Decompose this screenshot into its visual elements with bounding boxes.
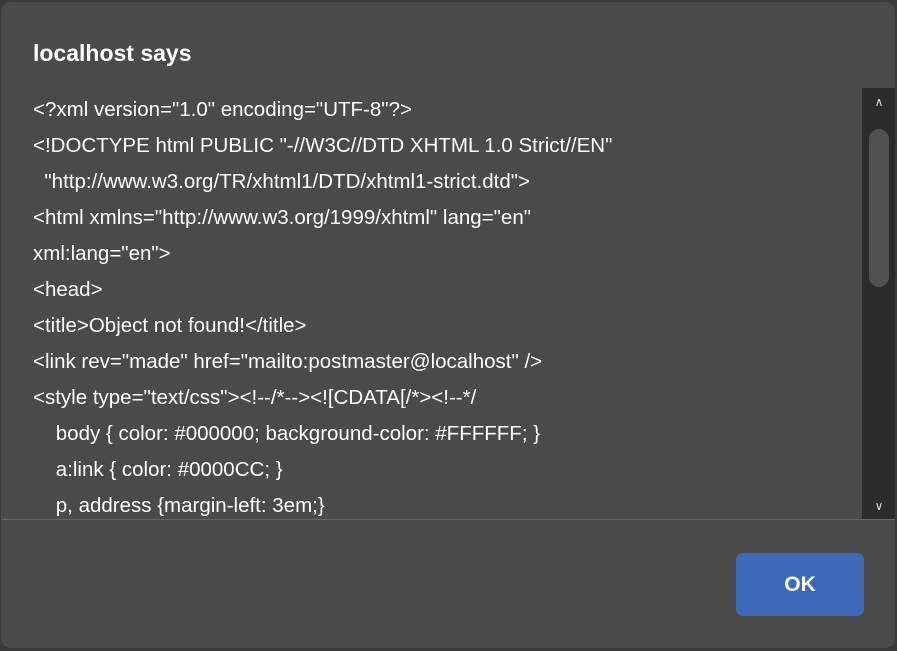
message-scrollbar[interactable]: ∧ ∨	[862, 88, 895, 520]
message-line: <!DOCTYPE html PUBLIC "-//W3C//DTD XHTML…	[33, 134, 613, 157]
alert-dialog: localhost says <?xml version="1.0" encod…	[1, 2, 895, 648]
message-line: <style type="text/css"><!--/*--><![CDATA…	[33, 386, 477, 409]
message-line: p, address {margin-left: 3em;}	[33, 494, 325, 517]
message-line: body { color: #000000; background-color:…	[33, 422, 541, 445]
message-line: xml:lang="en">	[33, 242, 171, 265]
dialog-title: localhost says	[33, 40, 192, 66]
message-line: <link rev="made" href="mailto:postmaster…	[33, 350, 543, 373]
message-line: <html xmlns="http://www.w3.org/1999/xhtm…	[33, 206, 531, 229]
message-line: <title>Object not found!</title>	[33, 314, 307, 337]
scrollbar-thumb[interactable]	[869, 129, 889, 287]
message-line: <head>	[33, 278, 103, 301]
ok-button[interactable]: OK	[736, 553, 864, 616]
chevron-up-icon[interactable]: ∧	[862, 94, 895, 110]
message-line: a:link { color: #0000CC; }	[33, 458, 283, 481]
message-line: <?xml version="1.0" encoding="UTF-8"?>	[33, 98, 412, 121]
dialog-message: <?xml version="1.0" encoding="UTF-8"?> <!…	[1, 88, 862, 520]
divider	[1, 519, 895, 520]
chevron-down-icon[interactable]: ∨	[862, 498, 895, 514]
message-line: "http://www.w3.org/TR/xhtml1/DTD/xhtml1-…	[33, 170, 530, 193]
